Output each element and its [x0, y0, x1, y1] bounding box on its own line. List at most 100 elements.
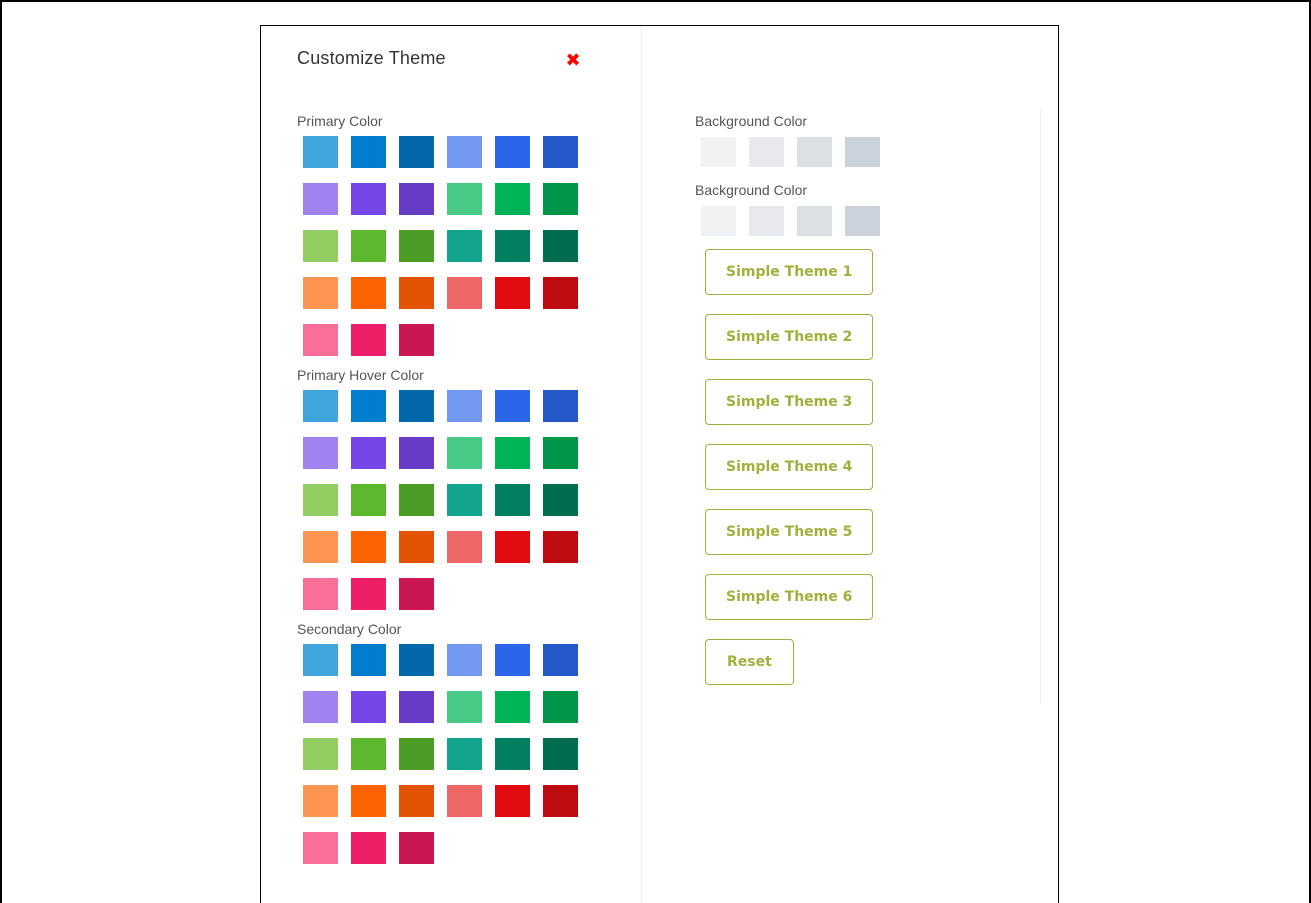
color-swatch[interactable] [543, 230, 578, 262]
reset-button[interactable]: Reset [705, 639, 794, 685]
color-swatch[interactable] [399, 691, 434, 723]
color-swatch[interactable] [303, 738, 338, 770]
color-swatch[interactable] [399, 785, 434, 817]
color-swatch[interactable] [303, 136, 338, 168]
color-swatch[interactable] [447, 484, 482, 516]
color-swatch[interactable] [495, 785, 530, 817]
color-swatch[interactable] [303, 390, 338, 422]
color-swatch[interactable] [447, 230, 482, 262]
color-swatch[interactable] [543, 691, 578, 723]
color-swatch[interactable] [495, 644, 530, 676]
color-swatch[interactable] [351, 437, 386, 469]
color-swatch[interactable] [351, 484, 386, 516]
color-swatch[interactable] [303, 183, 338, 215]
color-swatch[interactable] [399, 644, 434, 676]
background-swatch[interactable] [701, 206, 736, 236]
color-swatch[interactable] [303, 832, 338, 864]
color-swatch[interactable] [495, 691, 530, 723]
background-swatch[interactable] [845, 206, 880, 236]
color-swatch[interactable] [543, 484, 578, 516]
color-swatch[interactable] [351, 136, 386, 168]
color-swatch[interactable] [351, 230, 386, 262]
simple-theme-5-button[interactable]: Simple Theme 5 [705, 509, 874, 555]
color-swatch[interactable] [543, 738, 578, 770]
color-swatch[interactable] [495, 183, 530, 215]
color-swatch[interactable] [447, 785, 482, 817]
color-swatch[interactable] [447, 136, 482, 168]
color-swatch[interactable] [399, 437, 434, 469]
color-swatch[interactable] [399, 390, 434, 422]
color-swatch[interactable] [351, 324, 386, 356]
background-swatch[interactable] [749, 137, 784, 167]
background-swatch[interactable] [797, 137, 832, 167]
color-swatch[interactable] [351, 578, 386, 610]
color-swatch[interactable] [351, 390, 386, 422]
background-swatch[interactable] [797, 206, 832, 236]
color-swatch[interactable] [399, 183, 434, 215]
color-swatch[interactable] [399, 578, 434, 610]
color-swatch[interactable] [543, 437, 578, 469]
color-swatch[interactable] [399, 738, 434, 770]
color-swatch[interactable] [303, 578, 338, 610]
background-swatch[interactable] [749, 206, 784, 236]
color-swatch[interactable] [447, 738, 482, 770]
color-swatch[interactable] [303, 691, 338, 723]
color-swatch[interactable] [447, 390, 482, 422]
simple-theme-6-button[interactable]: Simple Theme 6 [705, 574, 874, 620]
color-swatch[interactable] [399, 277, 434, 309]
background-swatches [695, 137, 1015, 167]
color-swatch[interactable] [399, 832, 434, 864]
color-swatch[interactable] [351, 644, 386, 676]
color-swatch[interactable] [399, 531, 434, 563]
color-swatch[interactable] [495, 230, 530, 262]
background-swatch[interactable] [845, 137, 880, 167]
color-swatch[interactable] [543, 390, 578, 422]
color-swatch[interactable] [303, 230, 338, 262]
color-swatch[interactable] [447, 644, 482, 676]
simple-theme-2-button[interactable]: Simple Theme 2 [705, 314, 874, 360]
color-swatch[interactable] [399, 484, 434, 516]
color-swatch[interactable] [303, 324, 338, 356]
color-swatch[interactable] [399, 136, 434, 168]
scroll-edge [1040, 110, 1041, 704]
color-swatch[interactable] [543, 183, 578, 215]
color-swatch[interactable] [351, 832, 386, 864]
simple-theme-1-button[interactable]: Simple Theme 1 [705, 249, 874, 295]
color-swatch[interactable] [399, 230, 434, 262]
color-swatch[interactable] [303, 484, 338, 516]
panel-title: Customize Theme [297, 48, 446, 68]
close-icon[interactable]: ✖ [561, 48, 585, 72]
color-swatch[interactable] [495, 738, 530, 770]
color-swatch[interactable] [303, 277, 338, 309]
color-swatch[interactable] [495, 484, 530, 516]
color-swatch[interactable] [351, 785, 386, 817]
color-swatch[interactable] [495, 437, 530, 469]
color-swatch[interactable] [351, 277, 386, 309]
color-swatch[interactable] [495, 136, 530, 168]
color-swatch[interactable] [495, 390, 530, 422]
color-swatch[interactable] [447, 531, 482, 563]
color-swatch[interactable] [303, 531, 338, 563]
color-swatch[interactable] [543, 531, 578, 563]
color-swatch[interactable] [351, 738, 386, 770]
simple-theme-4-button[interactable]: Simple Theme 4 [705, 444, 874, 490]
color-swatch[interactable] [543, 644, 578, 676]
color-swatch[interactable] [447, 277, 482, 309]
color-swatch[interactable] [543, 136, 578, 168]
color-swatch[interactable] [495, 531, 530, 563]
color-swatch[interactable] [543, 785, 578, 817]
color-swatch[interactable] [351, 691, 386, 723]
color-swatch[interactable] [447, 437, 482, 469]
color-swatch[interactable] [303, 785, 338, 817]
color-swatch[interactable] [351, 183, 386, 215]
color-swatch[interactable] [303, 437, 338, 469]
background-swatch[interactable] [701, 137, 736, 167]
color-swatch[interactable] [447, 183, 482, 215]
color-swatch[interactable] [303, 644, 338, 676]
color-swatch[interactable] [543, 277, 578, 309]
color-swatch[interactable] [351, 531, 386, 563]
color-swatch[interactable] [399, 324, 434, 356]
color-swatch[interactable] [495, 277, 530, 309]
simple-theme-3-button[interactable]: Simple Theme 3 [705, 379, 874, 425]
color-swatch[interactable] [447, 691, 482, 723]
